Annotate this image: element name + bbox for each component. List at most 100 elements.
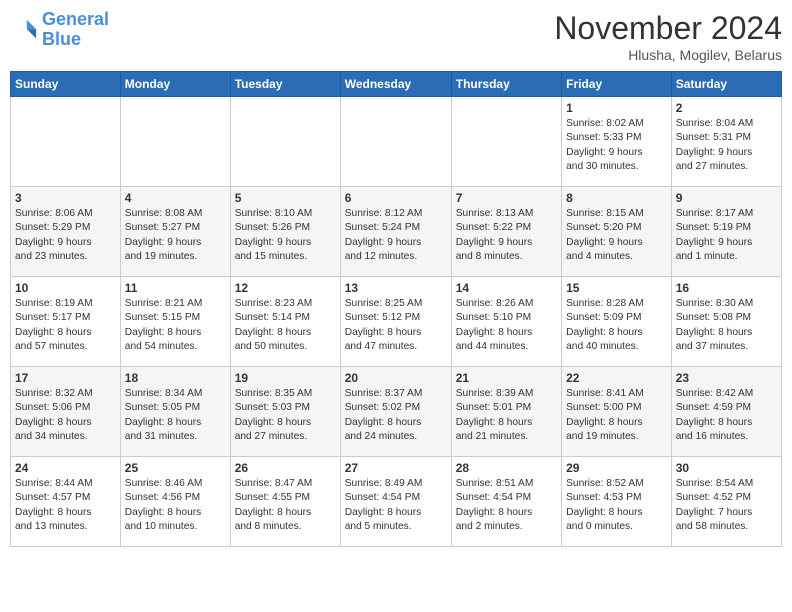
day-info: Sunrise: 8:49 AMSunset: 4:54 PMDaylight:… [345, 477, 447, 534]
calendar-cell: 28 Sunrise: 8:51 AMSunset: 4:54 PMDayligh… [451, 457, 561, 547]
day-info: Sunrise: 8:10 AMSunset: 5:26 PMDaylight:… [235, 207, 336, 264]
calendar-cell [340, 97, 451, 187]
day-info: Sunrise: 8:21 AMSunset: 5:15 PMDaylight:… [125, 297, 226, 354]
day-info: Sunrise: 8:23 AMSunset: 5:14 PMDaylight:… [235, 297, 336, 354]
calendar-cell: 18Sunrise: 8:34 AMSunset: 5:05 PMDayligh… [120, 367, 230, 457]
day-number: 19 [235, 371, 336, 385]
calendar-cell: 20 Sunrise: 8:37 AMSunset: 5:02 PMDayligh… [340, 367, 451, 457]
day-number: 23 [676, 371, 777, 385]
logo-icon [10, 16, 38, 44]
day-number: 17 [15, 371, 116, 385]
calendar-cell [11, 97, 121, 187]
day-info: Sunrise: 8:30 AMSunset: 5:08 PMDaylight:… [676, 297, 777, 354]
day-info: Sunrise: 8:13 AMSunset: 5:22 PMDaylight:… [456, 207, 557, 264]
week-row-3: 10Sunrise: 8:19 AMSunset: 5:17 PMDayligh… [11, 277, 782, 367]
day-number: 25 [125, 461, 226, 475]
day-number: 22 [566, 371, 667, 385]
calendar-cell: 17 Sunrise: 8:32 AMSunset: 5:06 PMDayligh… [11, 367, 121, 457]
day-number: 28 [456, 461, 557, 475]
day-number: 16 [676, 281, 777, 295]
day-info: Sunrise: 8:37 AMSunset: 5:02 PMDaylight:… [345, 387, 447, 444]
day-info: Sunrise: 8:12 AMSunset: 5:24 PMDaylight:… [345, 207, 447, 264]
calendar-cell: 30 Sunrise: 8:54 AMSunset: 4:52 PMDayligh… [671, 457, 781, 547]
day-info: Sunrise: 8:28 AMSunset: 5:09 PMDaylight:… [566, 297, 667, 354]
week-row-5: 24Sunrise: 8:44 AMSunset: 4:57 PMDayligh… [11, 457, 782, 547]
calendar-cell: 8 Sunrise: 8:15 AMSunset: 5:20 PMDaylight… [562, 187, 672, 277]
calendar-header: SundayMondayTuesdayWednesdayThursdayFrid… [11, 72, 782, 97]
weekday-header-tuesday: Tuesday [230, 72, 340, 97]
calendar-cell: 9 Sunrise: 8:17 AMSunset: 5:19 PMDaylight… [671, 187, 781, 277]
day-number: 1 [566, 101, 667, 115]
day-number: 8 [566, 191, 667, 205]
weekday-row: SundayMondayTuesdayWednesdayThursdayFrid… [11, 72, 782, 97]
day-number: 5 [235, 191, 336, 205]
day-info: Sunrise: 8:06 AMSunset: 5:29 PMDaylight:… [15, 207, 116, 264]
calendar-cell: 10Sunrise: 8:19 AMSunset: 5:17 PMDayligh… [11, 277, 121, 367]
day-info: Sunrise: 8:51 AMSunset: 4:54 PMDaylight:… [456, 477, 557, 534]
weekday-header-saturday: Saturday [671, 72, 781, 97]
day-number: 21 [456, 371, 557, 385]
calendar-cell: 22 Sunrise: 8:41 AMSunset: 5:00 PMDayligh… [562, 367, 672, 457]
day-info: Sunrise: 8:39 AMSunset: 5:01 PMDaylight:… [456, 387, 557, 444]
title-block: November 2024 Hlusha, Mogilev, Belarus [554, 10, 782, 63]
day-info: Sunrise: 8:15 AMSunset: 5:20 PMDaylight:… [566, 207, 667, 264]
day-info: Sunrise: 8:34 AMSunset: 5:05 PMDaylight:… [125, 387, 226, 444]
calendar-cell: 3 Sunrise: 8:06 AMSunset: 5:29 PMDaylight… [11, 187, 121, 277]
day-info: Sunrise: 8:02 AMSunset: 5:33 PMDaylight:… [566, 117, 667, 174]
day-info: Sunrise: 8:19 AMSunset: 5:17 PMDaylight:… [15, 297, 116, 354]
calendar-cell [230, 97, 340, 187]
week-row-4: 17 Sunrise: 8:32 AMSunset: 5:06 PMDayligh… [11, 367, 782, 457]
day-info: Sunrise: 8:08 AMSunset: 5:27 PMDaylight:… [125, 207, 226, 264]
day-info: Sunrise: 8:41 AMSunset: 5:00 PMDaylight:… [566, 387, 667, 444]
day-number: 13 [345, 281, 447, 295]
week-row-1: 1 Sunrise: 8:02 AMSunset: 5:33 PMDaylight… [11, 97, 782, 187]
calendar-cell: 13 Sunrise: 8:25 AMSunset: 5:12 PMDayligh… [340, 277, 451, 367]
day-info: Sunrise: 8:17 AMSunset: 5:19 PMDaylight:… [676, 207, 777, 264]
calendar-cell: 1 Sunrise: 8:02 AMSunset: 5:33 PMDaylight… [562, 97, 672, 187]
day-info: Sunrise: 8:25 AMSunset: 5:12 PMDaylight:… [345, 297, 447, 354]
day-info: Sunrise: 8:46 AMSunset: 4:56 PMDaylight:… [125, 477, 226, 534]
day-number: 12 [235, 281, 336, 295]
calendar-cell: 21 Sunrise: 8:39 AMSunset: 5:01 PMDayligh… [451, 367, 561, 457]
month-title: November 2024 [554, 10, 782, 47]
calendar-cell: 6Sunrise: 8:12 AMSunset: 5:24 PMDaylight… [340, 187, 451, 277]
calendar-cell: 29 Sunrise: 8:52 AMSunset: 4:53 PMDayligh… [562, 457, 672, 547]
day-number: 27 [345, 461, 447, 475]
calendar-cell: 27 Sunrise: 8:49 AMSunset: 4:54 PMDayligh… [340, 457, 451, 547]
week-row-2: 3 Sunrise: 8:06 AMSunset: 5:29 PMDaylight… [11, 187, 782, 277]
calendar-cell [451, 97, 561, 187]
day-number: 30 [676, 461, 777, 475]
calendar-cell: 25 Sunrise: 8:46 AMSunset: 4:56 PMDayligh… [120, 457, 230, 547]
weekday-header-thursday: Thursday [451, 72, 561, 97]
calendar-cell: 12 Sunrise: 8:23 AMSunset: 5:14 PMDayligh… [230, 277, 340, 367]
logo: General Blue [10, 10, 109, 50]
calendar-cell: 11Sunrise: 8:21 AMSunset: 5:15 PMDayligh… [120, 277, 230, 367]
calendar-cell: 4 Sunrise: 8:08 AMSunset: 5:27 PMDaylight… [120, 187, 230, 277]
calendar-cell: 19Sunrise: 8:35 AMSunset: 5:03 PMDayligh… [230, 367, 340, 457]
weekday-header-wednesday: Wednesday [340, 72, 451, 97]
calendar-body: 1 Sunrise: 8:02 AMSunset: 5:33 PMDaylight… [11, 97, 782, 547]
day-number: 26 [235, 461, 336, 475]
calendar: SundayMondayTuesdayWednesdayThursdayFrid… [10, 71, 782, 547]
calendar-cell: 2Sunrise: 8:04 AMSunset: 5:31 PMDaylight… [671, 97, 781, 187]
day-info: Sunrise: 8:47 AMSunset: 4:55 PMDaylight:… [235, 477, 336, 534]
day-number: 7 [456, 191, 557, 205]
weekday-header-monday: Monday [120, 72, 230, 97]
day-number: 24 [15, 461, 116, 475]
day-info: Sunrise: 8:42 AMSunset: 4:59 PMDaylight:… [676, 387, 777, 444]
day-info: Sunrise: 8:52 AMSunset: 4:53 PMDaylight:… [566, 477, 667, 534]
day-number: 2 [676, 101, 777, 115]
logo-line2: Blue [42, 29, 81, 49]
calendar-cell: 16 Sunrise: 8:30 AMSunset: 5:08 PMDayligh… [671, 277, 781, 367]
calendar-cell: 26 Sunrise: 8:47 AMSunset: 4:55 PMDayligh… [230, 457, 340, 547]
day-info: Sunrise: 8:32 AMSunset: 5:06 PMDaylight:… [15, 387, 116, 444]
day-number: 9 [676, 191, 777, 205]
logo-text: General Blue [42, 10, 109, 50]
weekday-header-sunday: Sunday [11, 72, 121, 97]
day-number: 29 [566, 461, 667, 475]
day-number: 4 [125, 191, 226, 205]
day-number: 3 [15, 191, 116, 205]
day-info: Sunrise: 8:54 AMSunset: 4:52 PMDaylight:… [676, 477, 777, 534]
calendar-cell: 5 Sunrise: 8:10 AMSunset: 5:26 PMDaylight… [230, 187, 340, 277]
day-number: 20 [345, 371, 447, 385]
